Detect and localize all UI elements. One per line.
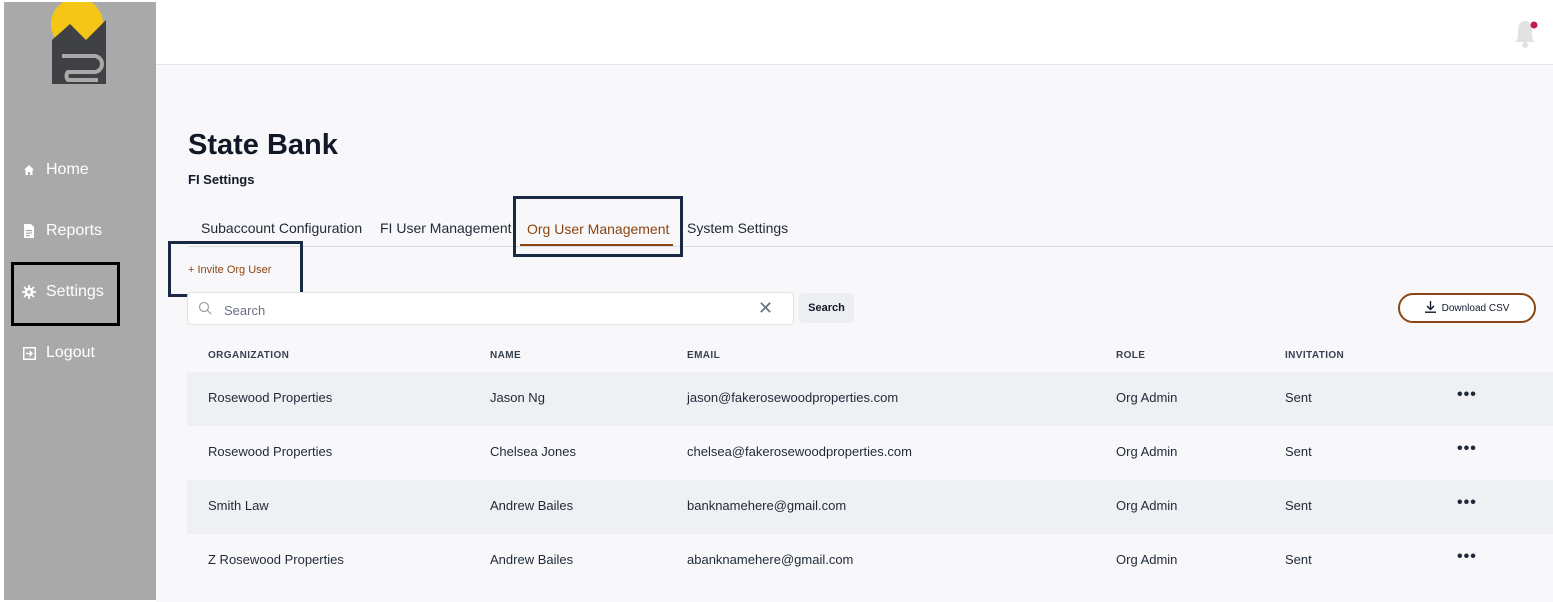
table-row[interactable]: Rosewood Properties Chelsea Jones chelse… (187, 426, 1553, 480)
search-button[interactable]: Search (799, 293, 854, 323)
logout-icon (22, 346, 36, 360)
column-header-role[interactable]: ROLE (1116, 350, 1145, 361)
cell-organization: Smith Law (208, 498, 269, 513)
sidebar-item-logout[interactable]: Logout (22, 341, 95, 365)
tab-fi-user-management[interactable]: FI User Management (380, 220, 512, 236)
cell-name: Chelsea Jones (490, 444, 576, 459)
cell-invitation: Sent (1285, 498, 1312, 513)
sidebar-item-home[interactable]: Home (22, 158, 89, 182)
cell-name: Jason Ng (490, 390, 545, 405)
download-csv-button[interactable]: Download CSV (1398, 293, 1536, 323)
cell-email: banknamehere@gmail.com (687, 498, 847, 513)
table-row[interactable]: Z Rosewood Properties Andrew Bailes aban… (187, 534, 1553, 588)
search-input[interactable] (222, 299, 746, 321)
close-icon[interactable]: ✕ (758, 298, 773, 318)
sidebar-item-reports[interactable]: Reports (22, 219, 102, 243)
cell-role: Org Admin (1116, 390, 1178, 405)
search-icon (198, 301, 212, 315)
main-content: State Bank FI Settings Subaccount Config… (156, 65, 1553, 602)
org-users-table: ORGANIZATION NAME EMAIL ROLE INVITATION … (187, 340, 1553, 588)
download-icon (1424, 300, 1436, 316)
search-bar: ✕ (187, 292, 794, 325)
cell-name: Andrew Bailes (490, 498, 574, 513)
column-header-name[interactable]: NAME (490, 350, 521, 361)
column-header-invitation[interactable]: INVITATION (1285, 350, 1344, 361)
tab-subaccount-configuration[interactable]: Subaccount Configuration (201, 220, 362, 236)
cell-organization: Rosewood Properties (208, 444, 333, 459)
table-row[interactable]: Smith Law Andrew Bailes banknamehere@gma… (187, 480, 1553, 534)
page-subtitle: FI Settings (188, 172, 255, 187)
app-logo[interactable] (48, 0, 112, 86)
invite-highlight-box (168, 241, 303, 297)
cell-name: Andrew Bailes (490, 552, 574, 567)
settings-highlight-box (11, 262, 120, 326)
page-title: State Bank (188, 129, 338, 161)
tab-bar: Subaccount Configuration FI User Managem… (188, 210, 1553, 247)
table-header: ORGANIZATION NAME EMAIL ROLE INVITATION (187, 340, 1553, 372)
column-header-email[interactable]: EMAIL (687, 350, 720, 361)
cell-email: jason@fakerosewoodproperties.com (687, 390, 899, 405)
tab-system-settings[interactable]: System Settings (687, 220, 788, 236)
row-menu-icon[interactable]: ••• (1457, 494, 1477, 512)
row-menu-icon[interactable]: ••• (1457, 548, 1477, 566)
document-icon (22, 224, 36, 238)
row-menu-icon[interactable]: ••• (1457, 440, 1477, 458)
sidebar-item-label: Logout (46, 344, 95, 361)
download-csv-label: Download CSV (1441, 302, 1510, 314)
column-header-organization[interactable]: ORGANIZATION (208, 350, 289, 361)
row-menu-icon[interactable]: ••• (1457, 386, 1477, 404)
cell-organization: Rosewood Properties (208, 390, 333, 405)
sidebar-item-label: Reports (46, 222, 103, 239)
cell-email: chelsea@fakerosewoodproperties.com (687, 444, 912, 459)
notification-bell-icon[interactable] (1513, 18, 1539, 48)
cell-role: Org Admin (1116, 498, 1178, 513)
cell-invitation: Sent (1285, 390, 1312, 405)
cell-role: Org Admin (1116, 444, 1178, 459)
cell-email: abanknamehere@gmail.com (687, 552, 854, 567)
sidebar-item-label: Home (46, 161, 89, 178)
cell-organization: Z Rosewood Properties (208, 552, 344, 567)
cell-invitation: Sent (1285, 552, 1312, 567)
cell-invitation: Sent (1285, 444, 1312, 459)
top-bar (156, 0, 1553, 65)
tab-highlight-box (513, 196, 683, 257)
table-row[interactable]: Rosewood Properties Jason Ng jason@faker… (187, 372, 1553, 426)
home-icon (22, 163, 36, 177)
cell-role: Org Admin (1116, 552, 1178, 567)
